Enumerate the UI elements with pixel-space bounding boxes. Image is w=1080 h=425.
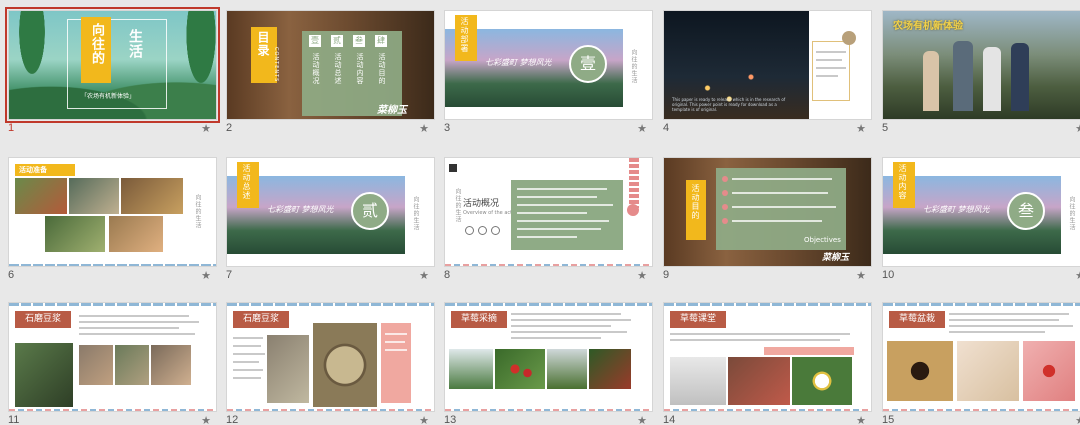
square-icon bbox=[449, 164, 457, 172]
section-label: 石磨豆浆 bbox=[15, 311, 71, 328]
slide-sorter-grid: 向往的 生活 「农场有机新体验」 1 ★ 目录 CONTENTS 壹 贰 叁 肆… bbox=[0, 0, 1080, 425]
section-tag: 活动总述 bbox=[242, 164, 251, 200]
badge-3: 叁 bbox=[353, 35, 365, 47]
section-label: 草莓采摘 bbox=[451, 311, 507, 328]
star-icon[interactable]: ★ bbox=[1075, 269, 1080, 282]
section-tag: 活动部署 bbox=[460, 17, 469, 53]
badge-1: 壹 bbox=[309, 35, 321, 47]
slide5-banner: 农场有机新体验 bbox=[893, 21, 963, 32]
check-icon bbox=[478, 226, 487, 235]
slide-thumb-15[interactable]: 草莓盆栽 15 ★ bbox=[882, 302, 1080, 425]
section-tag: 活动目的 bbox=[691, 184, 700, 220]
side-caption: 向往的生活 bbox=[630, 49, 637, 84]
slide1-title-a: 向往的 bbox=[89, 23, 104, 65]
slide-thumb-11[interactable]: 石磨豆浆 11 ★ bbox=[8, 302, 217, 425]
slide-number: 14 bbox=[663, 414, 676, 425]
star-icon[interactable]: ★ bbox=[637, 414, 647, 425]
slide-number: 7 bbox=[226, 269, 233, 281]
slide-thumb-10[interactable]: 活动内容 七彩盛町 梦想风光 叁 向往的生活 10 ★ bbox=[882, 157, 1080, 297]
slide1-title-b: 生活 bbox=[127, 29, 143, 59]
slide-number: 13 bbox=[444, 414, 457, 425]
slide-number: 3 bbox=[444, 122, 451, 134]
section-badge: 壹 bbox=[569, 45, 607, 83]
side-caption: 向往的生活 bbox=[454, 188, 461, 223]
slide-thumb-14[interactable]: 草莓课堂 14 ★ bbox=[663, 302, 872, 425]
slide-thumb-7[interactable]: 活动总述 七彩盛町 梦想风光 贰 向往的生活 7 ★ bbox=[226, 157, 435, 297]
toc-title: 目录 bbox=[256, 31, 270, 57]
slide-number: 6 bbox=[8, 269, 15, 281]
slide-number: 1 bbox=[8, 122, 15, 134]
section-tag: 活动内容 bbox=[898, 164, 907, 200]
toc-item: 活动内容 bbox=[356, 53, 364, 85]
target-icon bbox=[491, 226, 500, 235]
dot-icon bbox=[842, 31, 856, 45]
star-icon[interactable]: ★ bbox=[419, 122, 429, 135]
toc-item: 活动目的 bbox=[378, 53, 386, 85]
side-caption: 向往的生活 bbox=[1068, 196, 1075, 231]
section-tag: 活动准备 bbox=[19, 166, 47, 174]
slide4-body: This paper is ready to release which is … bbox=[672, 97, 786, 112]
star-icon[interactable]: ★ bbox=[201, 269, 211, 282]
slide-thumb-8[interactable]: 向往的生活 活动概况 Overview of the activity 8 ★ bbox=[444, 157, 653, 297]
slide-thumb-3[interactable]: 活动部署 七彩盛町 梦想风光 壹 向往的生活 3 ★ bbox=[444, 10, 653, 150]
brush-text: 七彩盛町 梦想风光 bbox=[267, 205, 334, 214]
star-icon[interactable]: ★ bbox=[201, 414, 211, 425]
slide-thumb-1[interactable]: 向往的 生活 「农场有机新体验」 1 ★ bbox=[5, 7, 220, 150]
star-icon[interactable]: ★ bbox=[637, 269, 647, 282]
brand-mark: 菜柳玉 bbox=[377, 105, 407, 116]
brand-mark: 菜柳玉 bbox=[822, 253, 850, 263]
side-caption: 向往的生活 bbox=[412, 196, 419, 231]
slide-thumb-6[interactable]: 活动准备 向往的生活 6 ★ bbox=[8, 157, 217, 297]
slide8-title: 活动概况 bbox=[463, 199, 500, 209]
lock-icon bbox=[465, 226, 474, 235]
slide-thumb-13[interactable]: 草莓采摘 13 ★ bbox=[444, 302, 653, 425]
slide-thumb-9[interactable]: 活动目的 Objectives 菜柳玉 9 ★ bbox=[663, 157, 872, 297]
star-icon[interactable]: ★ bbox=[856, 414, 866, 425]
section-label: 草莓课堂 bbox=[670, 311, 726, 328]
slide-thumb-5[interactable]: 农场有机新体验 5 ★ bbox=[882, 10, 1080, 150]
slide1-subtitle: 「农场有机新体验」 bbox=[81, 93, 136, 100]
star-icon[interactable]: ★ bbox=[1075, 122, 1080, 135]
section-label: 草莓盆栽 bbox=[889, 311, 945, 328]
star-icon[interactable]: ★ bbox=[856, 269, 866, 282]
slide-number: 5 bbox=[882, 122, 889, 134]
badge-4: 肆 bbox=[375, 35, 387, 47]
slide-number: 10 bbox=[882, 269, 895, 281]
badge-2: 贰 bbox=[331, 35, 343, 47]
slide-number: 12 bbox=[226, 414, 239, 425]
slide-number: 2 bbox=[226, 122, 233, 134]
slide-number: 4 bbox=[663, 122, 670, 134]
section-badge: 叁 bbox=[1007, 192, 1045, 230]
star-icon[interactable]: ★ bbox=[637, 122, 647, 135]
slide-number: 11 bbox=[8, 414, 20, 425]
slide9-footer: Objectives bbox=[804, 236, 841, 244]
section-badge: 贰 bbox=[351, 192, 389, 230]
toc-item: 活动总述 bbox=[334, 53, 342, 85]
slide-number: 8 bbox=[444, 269, 451, 281]
star-icon[interactable]: ★ bbox=[856, 122, 866, 135]
side-caption: 向往的生活 bbox=[194, 194, 201, 229]
section-label: 石磨豆浆 bbox=[233, 311, 289, 328]
slide-number: 9 bbox=[663, 269, 670, 281]
dot-icon bbox=[627, 204, 639, 216]
brush-text: 七彩盛町 梦想风光 bbox=[923, 205, 990, 214]
star-icon[interactable]: ★ bbox=[201, 122, 211, 135]
star-icon[interactable]: ★ bbox=[419, 269, 429, 282]
toc-en: CONTENTS bbox=[273, 47, 279, 83]
toc-item: 活动概况 bbox=[312, 53, 320, 85]
slide-thumb-4[interactable]: This paper is ready to release which is … bbox=[663, 10, 872, 150]
star-icon[interactable]: ★ bbox=[419, 414, 429, 425]
slide-number: 15 bbox=[882, 414, 895, 425]
brush-text: 七彩盛町 梦想风光 bbox=[485, 58, 552, 67]
slide-thumb-12[interactable]: 石磨豆浆 12 ★ bbox=[226, 302, 435, 425]
slide-thumb-2[interactable]: 目录 CONTENTS 壹 贰 叁 肆 活动概况 活动总述 活动内容 活动目的 … bbox=[226, 10, 435, 150]
star-icon[interactable]: ★ bbox=[1075, 414, 1080, 425]
